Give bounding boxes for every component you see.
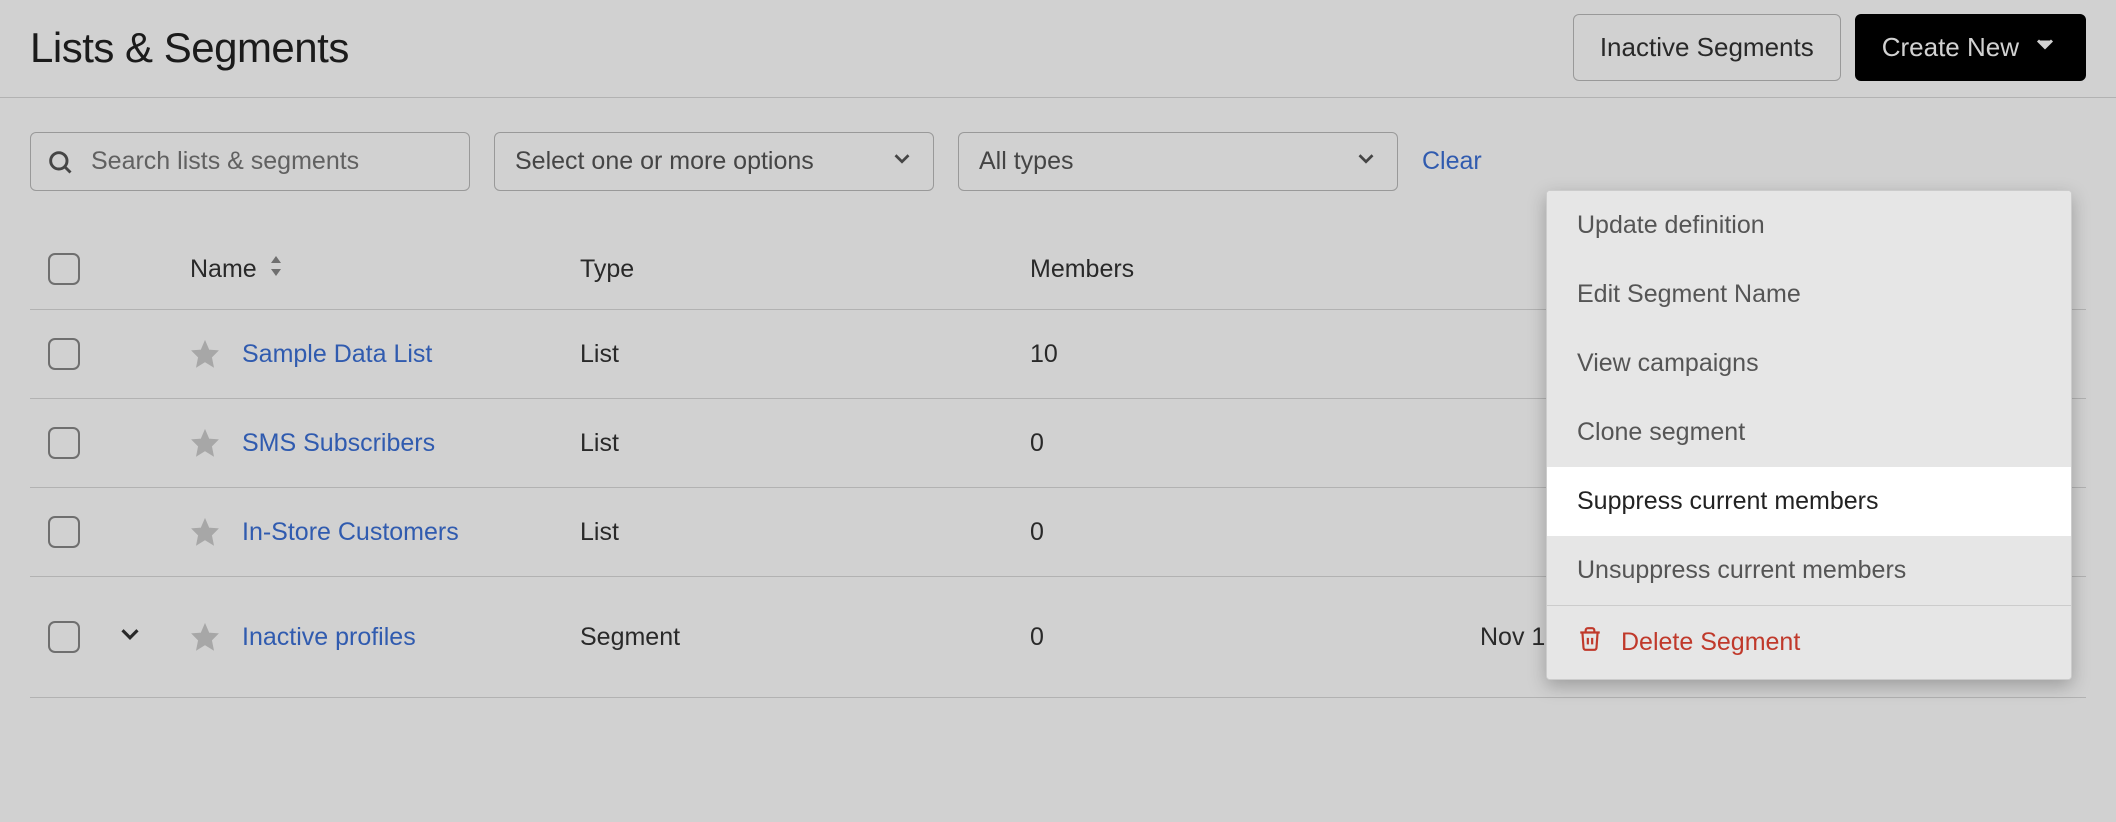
type-cell: List	[580, 429, 1030, 458]
list-name-link[interactable]: SMS Subscribers	[242, 429, 435, 458]
page-title: Lists & Segments	[30, 24, 349, 72]
inactive-segments-label: Inactive Segments	[1600, 32, 1814, 63]
select-all-checkbox[interactable]	[48, 253, 80, 285]
create-new-button[interactable]: Create New	[1855, 14, 2086, 81]
sort-icon	[267, 254, 285, 285]
menu-item-label: Unsuppress current members	[1577, 556, 1906, 585]
trash-icon	[1577, 626, 1603, 659]
suppress-current-members-menu-item[interactable]: Suppress current members	[1547, 467, 2071, 536]
page-header: Lists & Segments Inactive Segments Creat…	[0, 0, 2116, 98]
type-cell: Segment	[580, 623, 1030, 652]
tags-select[interactable]: Select one or more options	[494, 132, 934, 191]
update-definition-menu-item[interactable]: Update definition	[1547, 191, 2071, 260]
star-icon[interactable]	[190, 517, 220, 547]
members-cell: 0	[1030, 518, 1480, 547]
row-checkbox[interactable]	[48, 338, 80, 370]
type-cell: List	[580, 518, 1030, 547]
star-icon[interactable]	[190, 339, 220, 369]
menu-item-label: Update definition	[1577, 211, 1765, 240]
delete-segment-menu-item[interactable]: Delete Segment	[1547, 606, 2071, 679]
search-input[interactable]	[30, 132, 470, 191]
menu-item-label: View campaigns	[1577, 349, 1759, 378]
create-new-label: Create New	[1882, 32, 2019, 63]
star-icon[interactable]	[190, 622, 220, 652]
type-cell: List	[580, 340, 1030, 369]
list-name-link[interactable]: In-Store Customers	[242, 518, 459, 547]
list-name-link[interactable]: Inactive profiles	[242, 623, 416, 652]
edit-segment-name-menu-item[interactable]: Edit Segment Name	[1547, 260, 2071, 329]
header-actions: Inactive Segments Create New	[1573, 14, 2086, 81]
segment-context-menu: Update definition Edit Segment Name View c…	[1546, 190, 2072, 680]
members-cell: 10	[1030, 340, 1480, 369]
delete-segment-label: Delete Segment	[1621, 628, 1800, 657]
inactive-segments-button[interactable]: Inactive Segments	[1573, 14, 1841, 81]
type-select-label: All types	[979, 147, 1073, 176]
menu-item-label: Suppress current members	[1577, 487, 1879, 516]
menu-item-label: Edit Segment Name	[1577, 280, 1801, 309]
column-name-label: Name	[190, 255, 257, 284]
row-checkbox[interactable]	[48, 516, 80, 548]
chevron-down-icon	[2031, 30, 2059, 65]
tags-select-label: Select one or more options	[515, 147, 814, 176]
clone-segment-menu-item[interactable]: Clone segment	[1547, 398, 2071, 467]
column-members: Members	[1030, 255, 1480, 284]
list-name-link[interactable]: Sample Data List	[242, 340, 432, 369]
view-campaigns-menu-item[interactable]: View campaigns	[1547, 329, 2071, 398]
search-wrapper	[30, 132, 470, 191]
menu-item-label: Clone segment	[1577, 418, 1745, 447]
members-cell: 0	[1030, 623, 1480, 652]
column-type: Type	[580, 255, 1030, 284]
type-select[interactable]: All types	[958, 132, 1398, 191]
chevron-down-icon	[889, 145, 915, 178]
star-icon[interactable]	[190, 428, 220, 458]
members-cell: 0	[1030, 429, 1480, 458]
unsuppress-current-members-menu-item[interactable]: Unsuppress current members	[1547, 536, 2071, 605]
chevron-down-icon	[1353, 145, 1379, 178]
row-checkbox[interactable]	[48, 621, 80, 653]
row-checkbox[interactable]	[48, 427, 80, 459]
clear-filters-link[interactable]: Clear	[1422, 147, 1482, 176]
column-name[interactable]: Name	[190, 254, 580, 285]
expand-chevron-icon[interactable]	[110, 619, 150, 649]
